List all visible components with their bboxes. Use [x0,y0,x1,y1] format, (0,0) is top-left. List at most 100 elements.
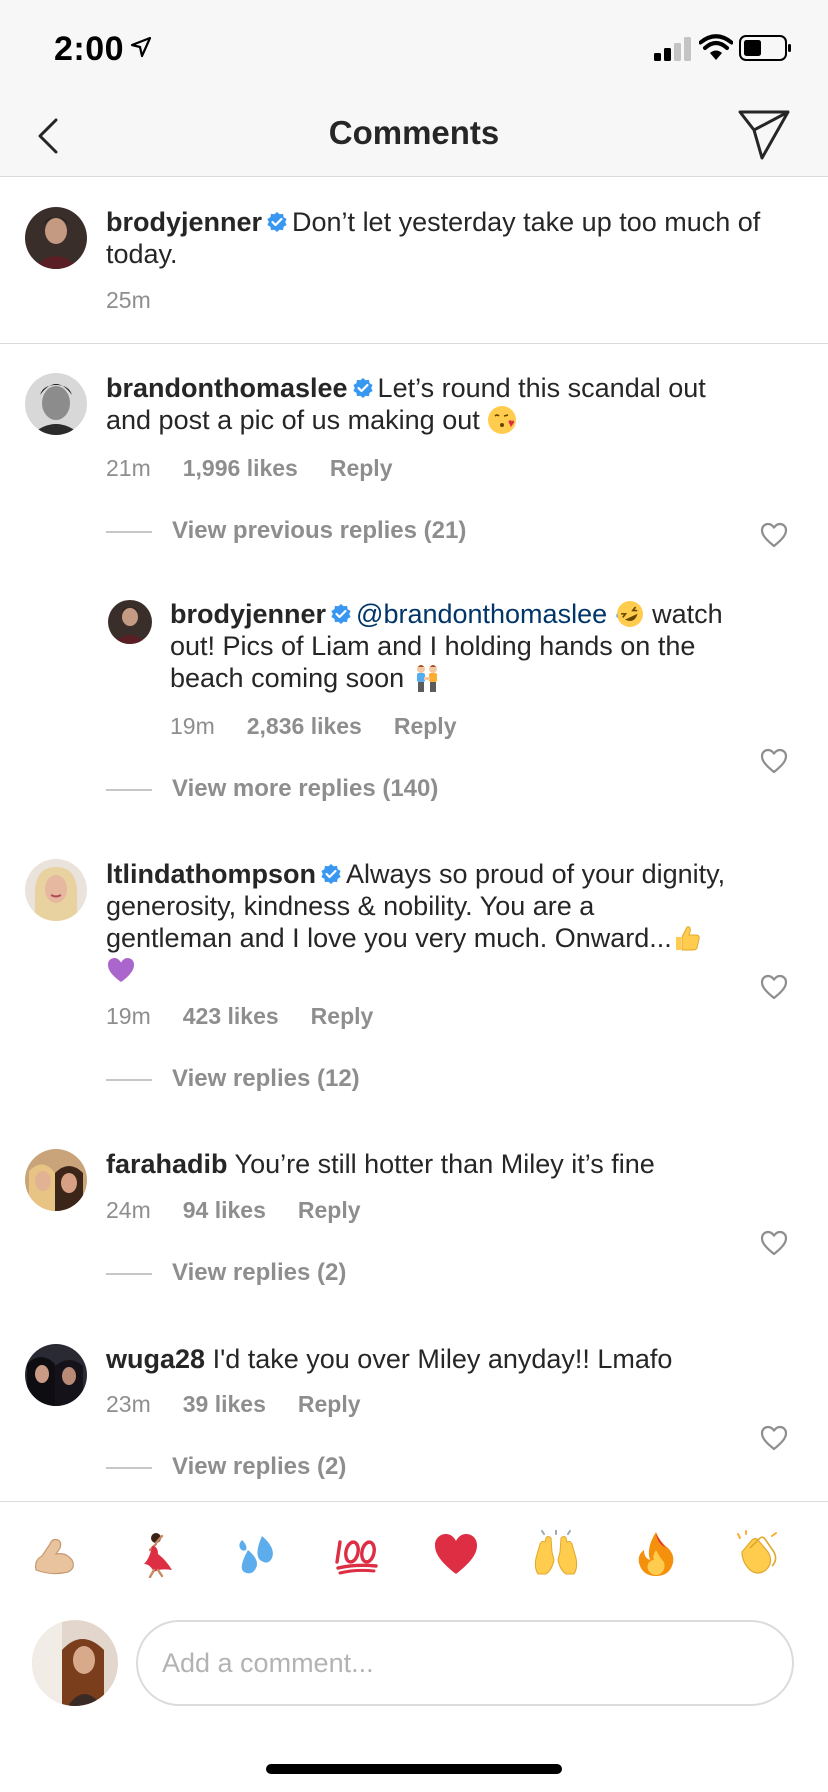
comment-text-block: farahadib You’re still hotter than Miley… [106,1148,726,1180]
emoji-quick-bar [0,1501,828,1602]
profile-photo-icon [25,207,87,269]
reply-button[interactable]: Reply [330,455,393,481]
profile-photo-icon [25,859,87,921]
nav-bar: Comments [0,100,828,177]
view-replies-label: View previous replies (21) [172,517,467,544]
like-heart-icon[interactable] [760,748,788,774]
mention-link[interactable]: @brandonthomaslee [356,599,607,629]
reply-button[interactable]: Reply [298,1391,361,1417]
red-heart-icon[interactable] [432,1530,480,1578]
view-replies-label: View more replies (140) [172,775,439,802]
status-bar: 2:00 [0,0,828,100]
reply-button[interactable]: Reply [311,1003,374,1029]
like-heart-icon[interactable] [760,522,788,548]
face-blowing-kiss-emoji-icon [488,406,517,434]
avatar[interactable] [25,1149,87,1211]
comment-meta: 23m 39 likes Reply [106,1391,393,1418]
my-profile-photo-icon [32,1620,118,1706]
view-replies-label: View replies (2) [172,1453,347,1480]
username[interactable]: ltlindathompson [106,859,316,889]
username[interactable]: wuga28 [106,1344,205,1374]
location-arrow-icon [130,36,152,58]
like-heart-icon[interactable] [760,1230,788,1256]
username[interactable]: brandonthomaslee [106,373,348,403]
profile-photo-icon [108,600,152,644]
wifi-icon [699,34,733,60]
profile-photo-icon [25,1344,87,1406]
divider-dash [106,1466,152,1469]
view-replies-button[interactable]: View replies (2) [106,1453,346,1481]
thumbs-up-emoji-icon [675,926,700,951]
profile-photo-icon [25,1149,87,1211]
timestamp: 25m [106,287,151,313]
username[interactable]: brodyjenner [106,207,262,237]
username[interactable]: brodyjenner [170,599,326,629]
reply-text-block: brodyjenner @brandonthomaslee watch out! … [170,598,730,694]
likes-count[interactable]: 39 likes [183,1391,266,1417]
purple-heart-emoji-icon [108,958,134,982]
cellular-signal-icon [654,37,691,61]
view-replies-button[interactable]: View replies (2) [106,1259,346,1287]
view-more-replies-button[interactable]: View more replies (140) [106,775,438,803]
profile-photo-icon [25,373,87,435]
comment-text-block: wuga28 I'd take you over Miley anyday!! … [106,1343,726,1375]
avatar[interactable] [25,373,87,435]
post-caption: brodyjenner Don’t let yesterday take up t… [0,177,828,344]
divider-dash [106,1078,152,1081]
likes-count[interactable]: 1,996 likes [183,455,298,481]
direct-send-icon[interactable] [736,106,792,162]
comment-composer [0,1602,828,1722]
fire-icon[interactable] [632,1530,680,1578]
view-replies-label: View replies (2) [172,1259,347,1286]
likes-count[interactable]: 2,836 likes [247,713,362,739]
clapping-hands-icon[interactable] [734,1530,782,1578]
like-heart-icon[interactable] [760,974,788,1000]
username[interactable]: farahadib [106,1149,228,1179]
comments-list[interactable]: brodyjenner Don’t let yesterday take up t… [0,177,828,1501]
flexed-biceps-icon[interactable] [30,1530,78,1578]
comment-text-block: ltlindathompson Always so proud of your d… [106,858,726,986]
my-avatar [32,1620,118,1706]
rolling-laughing-emoji-icon [615,601,643,627]
likes-count[interactable]: 423 likes [183,1003,279,1029]
sweat-droplets-icon[interactable] [232,1530,280,1578]
avatar[interactable] [25,207,87,269]
view-replies-button[interactable]: View replies (12) [106,1065,360,1093]
comment-text: You’re still hotter than Miley it’s fine [234,1149,655,1179]
view-replies-button[interactable]: View previous replies (21) [106,517,466,545]
comment-meta: 19m 423 likes Reply [106,1003,405,1030]
comment-meta: 24m 94 likes Reply [106,1197,393,1224]
battery-icon [739,35,791,61]
likes-count[interactable]: 94 likes [183,1197,266,1223]
divider-dash [106,788,152,791]
comment-meta: 21m 1,996 likes Reply [106,455,425,482]
timestamp: 19m [170,713,215,739]
divider-dash [106,530,152,533]
reply-button[interactable]: Reply [298,1197,361,1223]
status-time: 2:00 [54,30,125,68]
avatar[interactable] [108,600,152,644]
view-replies-label: View replies (12) [172,1065,360,1092]
reply-button[interactable]: Reply [394,713,457,739]
divider-dash [106,1272,152,1275]
reply-meta: 19m 2,836 likes Reply [170,713,489,740]
raising-hands-icon[interactable] [532,1530,580,1578]
timestamp: 24m [106,1197,151,1223]
timestamp: 21m [106,455,151,481]
timestamp: 23m [106,1391,151,1417]
verified-badge-icon [352,378,373,398]
verified-badge-icon [331,604,351,624]
comment-input[interactable] [136,1620,794,1706]
dancer-icon[interactable] [132,1530,180,1578]
page-title: Comments [328,114,500,151]
avatar[interactable] [25,1344,87,1406]
comment-text: I'd take you over Miley anyday!! Lmafo [212,1344,673,1374]
hundred-points-icon[interactable] [332,1530,380,1578]
caption-text-block: brodyjenner Don’t let yesterday take up t… [106,206,796,270]
timestamp: 19m [106,1003,151,1029]
comment-text-block: brandonthomaslee Let’s round this scandal… [106,372,716,436]
like-heart-icon[interactable] [760,1425,788,1451]
verified-badge-icon [321,864,341,884]
home-indicator[interactable] [266,1764,562,1774]
avatar[interactable] [25,859,87,921]
